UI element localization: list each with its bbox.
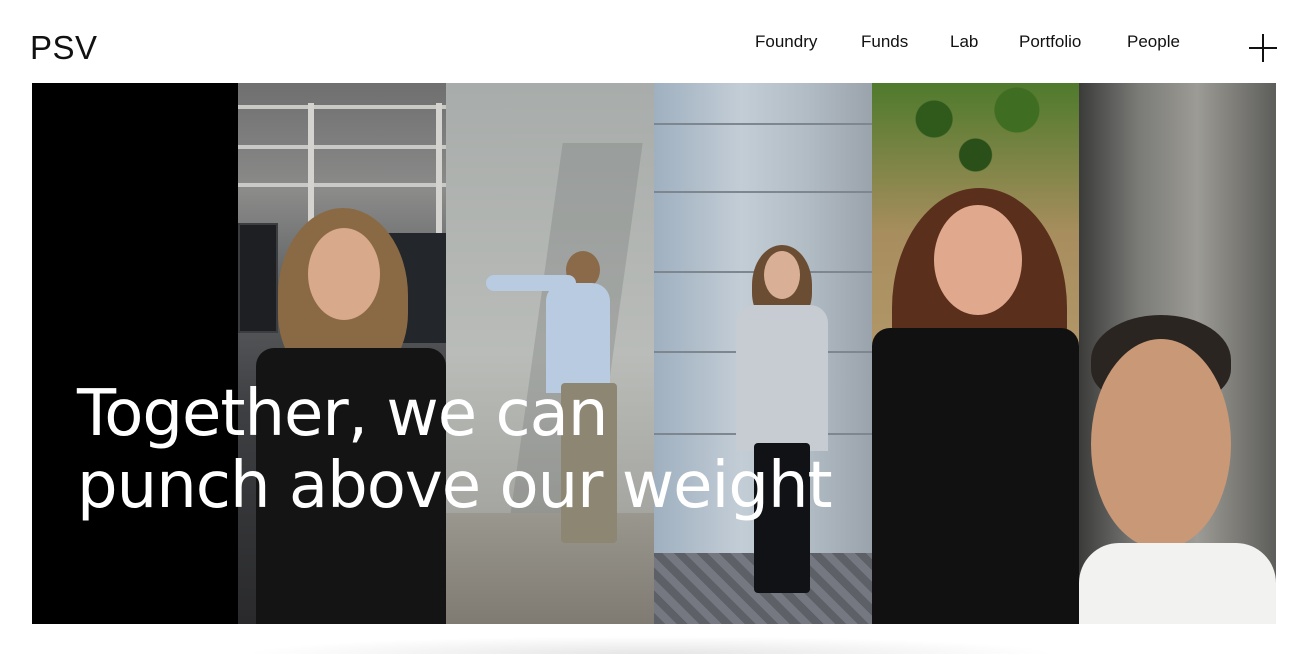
nav-item-foundry[interactable]: Foundry	[755, 32, 817, 52]
greenery-portrait	[872, 83, 1079, 624]
hero-headline-line: punch above our weight	[77, 449, 833, 523]
plus-icon[interactable]	[1249, 34, 1277, 62]
nav-item-funds[interactable]: Funds	[861, 32, 908, 52]
card-shadow	[240, 636, 1060, 654]
nav-item-lab[interactable]: Lab	[950, 32, 978, 52]
metal-wall-portrait	[654, 83, 872, 624]
lab-portrait	[238, 83, 446, 624]
closeup-portrait	[1079, 83, 1276, 624]
site-header: PSV Foundry Funds Lab Portfolio People	[0, 0, 1309, 83]
wall-portrait	[446, 83, 654, 624]
main-nav: Foundry Funds Lab Portfolio People	[0, 32, 1309, 56]
hero-headline: Together, we can punch above our weight	[77, 377, 833, 523]
hero-banner: Together, we can punch above our weight	[32, 83, 1276, 624]
hero-headline-line: Together, we can	[77, 377, 608, 451]
nav-item-people[interactable]: People	[1127, 32, 1180, 52]
black-panel	[32, 83, 238, 624]
nav-item-portfolio[interactable]: Portfolio	[1019, 32, 1081, 52]
